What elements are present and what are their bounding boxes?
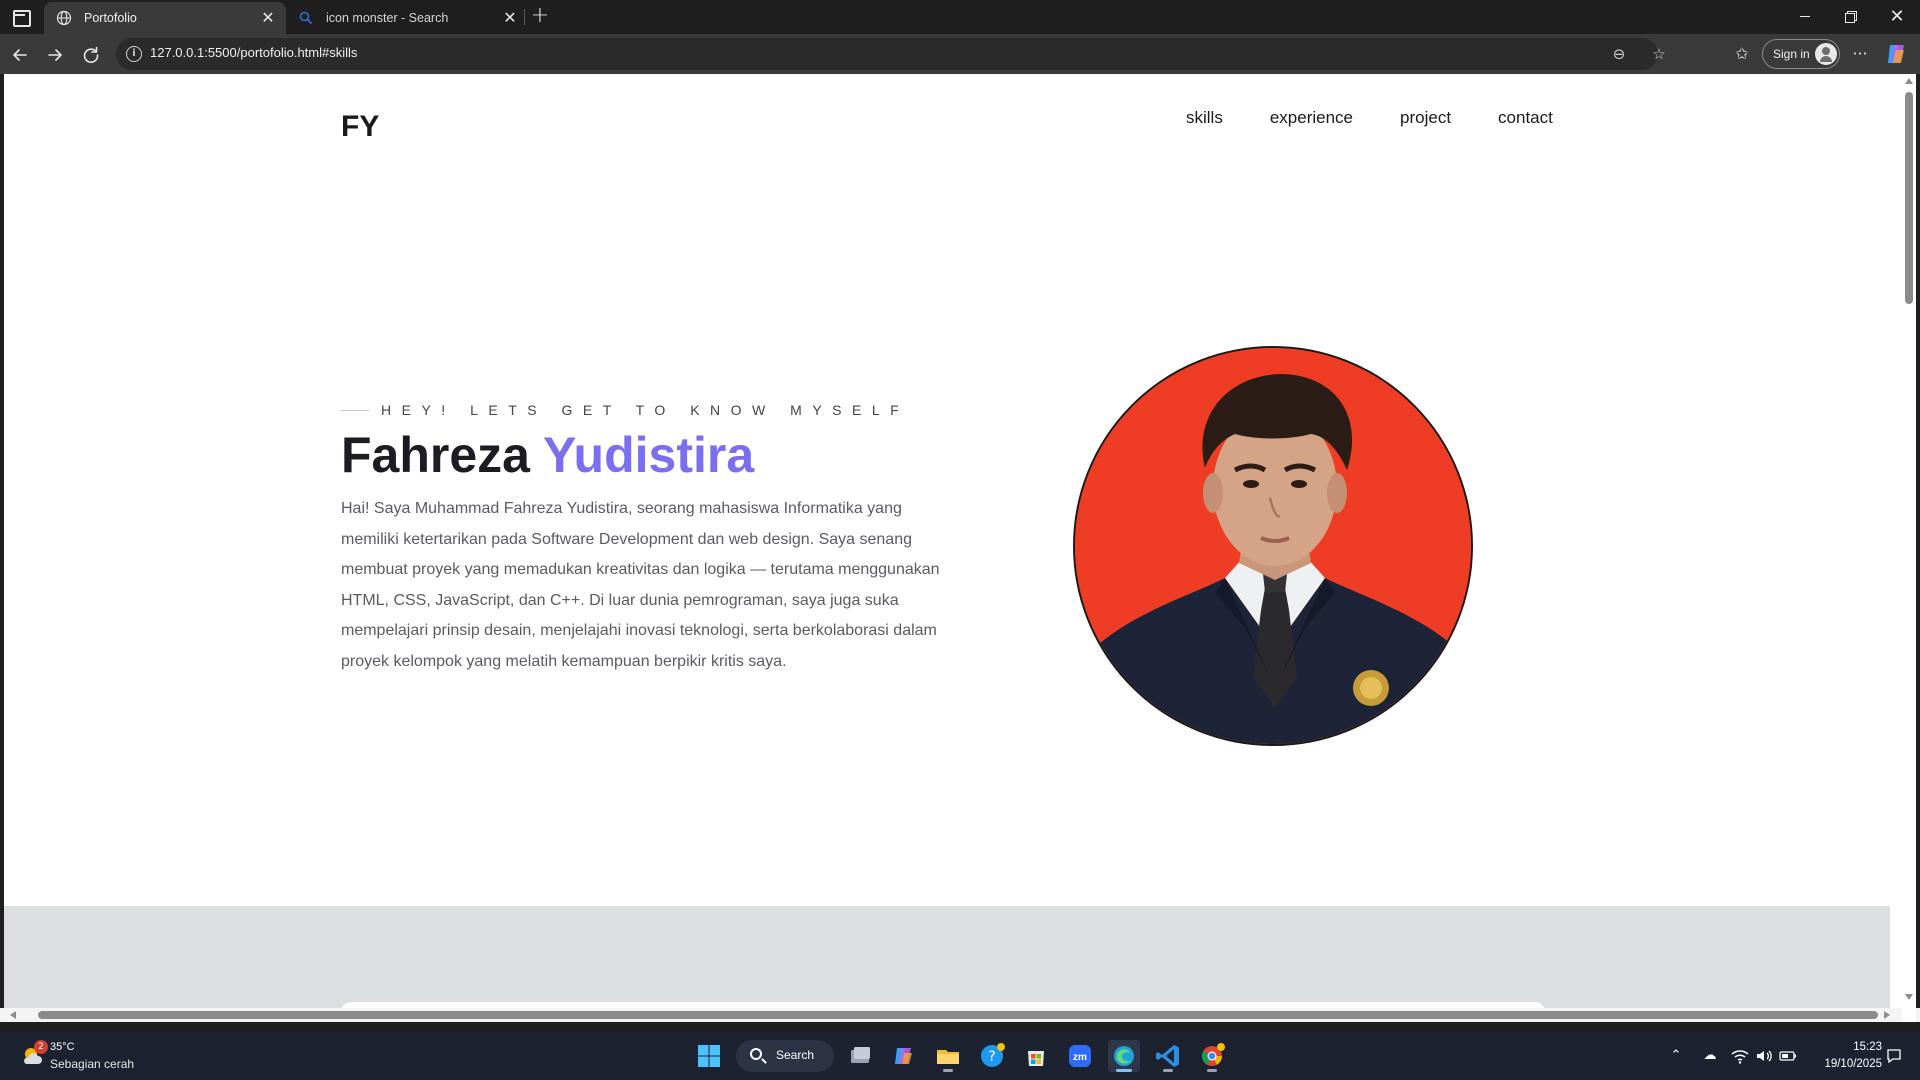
weather-badge: 2	[34, 1040, 48, 1054]
nav-link-contact[interactable]: contact	[1498, 108, 1553, 128]
hero-title: Fahreza Yudistira	[341, 426, 754, 484]
back-icon[interactable]	[6, 41, 34, 69]
help-icon[interactable]: ?	[976, 1040, 1008, 1072]
address-bar[interactable]: i 127.0.0.1:5500/portofolio.html#skills …	[116, 38, 1666, 70]
page-viewport: FY skills experience project contact HEY…	[4, 74, 1916, 1008]
profile-portrait	[1075, 348, 1471, 744]
url-text[interactable]: 127.0.0.1:5500/portofolio.html#skills	[150, 45, 357, 60]
new-tab-icon[interactable]: +	[528, 5, 552, 29]
edge-icon[interactable]	[1108, 1040, 1140, 1072]
active-app-indicator	[1116, 1069, 1132, 1072]
sign-in-label: Sign in	[1773, 47, 1810, 61]
profile-photo	[1073, 346, 1473, 746]
store-icon[interactable]	[1020, 1040, 1052, 1072]
file-explorer-icon[interactable]	[932, 1040, 964, 1072]
search-label: Search	[776, 1048, 815, 1062]
battery-icon[interactable]	[1778, 1046, 1798, 1066]
site-logo[interactable]: FY	[341, 110, 379, 144]
show-hidden-icons[interactable]: ⌃	[1666, 1046, 1686, 1066]
vertical-scroll-thumb[interactable]	[1905, 92, 1913, 304]
nav-link-skills[interactable]: skills	[1186, 108, 1223, 128]
weather-widget[interactable]: 2 35°C Sebagian cerah	[18, 1038, 158, 1074]
vertical-scrollbar[interactable]	[1902, 74, 1916, 1008]
nav-link-experience[interactable]: experience	[1270, 108, 1353, 128]
reading-view-icon[interactable]: ⊖	[1609, 44, 1629, 64]
favorites-icon[interactable]: ✩	[1730, 42, 1754, 66]
tab-icon-monster-search[interactable]: icon monster - Search ✕	[286, 2, 528, 34]
hero-last-name: Yudistira	[542, 427, 755, 483]
hero-subtitle: HEY! LETS GET TO KNOW MYSELF	[341, 402, 909, 418]
wifi-icon[interactable]	[1730, 1046, 1750, 1066]
globe-icon	[56, 10, 72, 26]
volume-icon[interactable]	[1754, 1046, 1774, 1066]
tab-close-icon[interactable]: ✕	[258, 8, 278, 28]
svg-text:zm: zm	[1073, 1052, 1087, 1063]
windows-icon	[698, 1045, 720, 1067]
skills-section	[4, 906, 1890, 1008]
forward-icon[interactable]	[41, 41, 69, 69]
onedrive-offline-icon[interactable]: ☁	[1700, 1046, 1720, 1066]
refresh-icon[interactable]	[77, 41, 105, 69]
clock-date: 19/10/2025	[1824, 1058, 1882, 1070]
scroll-down-icon[interactable]	[1905, 994, 1913, 1000]
horizontal-scrollbar[interactable]	[0, 1008, 1920, 1022]
site-info-icon[interactable]: i	[126, 46, 142, 62]
profile-avatar-icon	[1815, 43, 1837, 65]
search-icon	[299, 11, 313, 25]
hero-first-name: Fahreza	[341, 427, 530, 483]
scroll-left-icon[interactable]	[10, 1011, 16, 1019]
system-clock[interactable]: 15:23 19/10/2025	[1810, 1039, 1882, 1073]
browser-toolbar: i 127.0.0.1:5500/portofolio.html#skills …	[0, 34, 1920, 74]
scrollbar-corner	[1902, 1008, 1916, 1022]
vscode-icon[interactable]	[1152, 1040, 1184, 1072]
taskbar: 2 35°C Sebagian cerah Search ? zm ⌃ ☁ 15…	[0, 1032, 1920, 1080]
more-menu-icon[interactable]: ···	[1848, 42, 1872, 66]
tab-title: Portofolio	[84, 11, 137, 25]
search-icon	[750, 1048, 762, 1060]
restore-icon[interactable]	[1828, 0, 1874, 34]
nav-link-project[interactable]: project	[1400, 108, 1451, 128]
clock-time: 15:23	[1853, 1041, 1882, 1053]
tab-portofolio[interactable]: Portofolio ✕	[44, 2, 286, 34]
chrome-icon[interactable]	[1196, 1040, 1228, 1072]
horizontal-scroll-thumb[interactable]	[38, 1011, 1878, 1019]
tab-close-icon[interactable]: ✕	[500, 8, 520, 28]
scroll-up-icon[interactable]	[1905, 78, 1913, 84]
tab-strip: Portofolio ✕ icon monster - Search ✕ + ✕	[0, 0, 1920, 34]
sign-in-button[interactable]: Sign in	[1762, 39, 1840, 69]
scroll-right-icon[interactable]	[1884, 1011, 1890, 1019]
weather-condition: Sebagian cerah	[50, 1057, 135, 1071]
tab-actions-menu-icon[interactable]	[8, 5, 32, 29]
favorite-star-icon[interactable]: ☆	[1649, 44, 1669, 64]
subtitle-divider	[341, 409, 369, 411]
hero-subtitle-text: HEY! LETS GET TO KNOW MYSELF	[381, 402, 910, 418]
copilot-icon[interactable]	[888, 1040, 920, 1072]
running-indicator	[943, 1069, 953, 1072]
taskbar-search[interactable]: Search	[736, 1040, 834, 1072]
close-window-icon[interactable]: ✕	[1874, 0, 1920, 34]
weather-temp: 35°C	[50, 1041, 75, 1053]
running-indicator	[1207, 1069, 1217, 1072]
task-view-icon[interactable]	[844, 1040, 876, 1072]
main-nav: skills experience project contact	[1186, 108, 1553, 128]
minimize-icon[interactable]	[1782, 0, 1828, 34]
tab-title: icon monster - Search	[326, 11, 449, 25]
running-indicator	[1163, 1069, 1173, 1072]
notifications-icon[interactable]	[1884, 1046, 1904, 1066]
zoom-icon[interactable]: zm	[1064, 1040, 1096, 1072]
start-button[interactable]	[693, 1040, 725, 1072]
copilot-icon[interactable]	[1884, 42, 1908, 66]
svg-text:?: ?	[988, 1049, 995, 1065]
hero-description: Hai! Saya Muhammad Fahreza Yudistira, se…	[341, 500, 940, 670]
tab-divider	[524, 9, 525, 25]
